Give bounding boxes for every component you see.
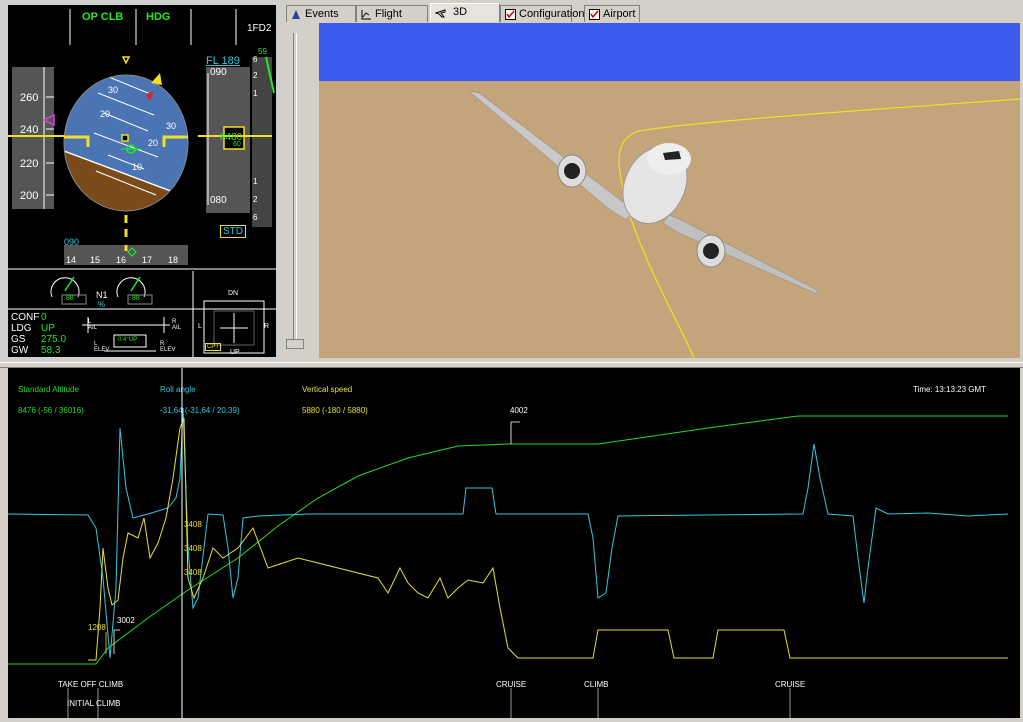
tab-3d[interactable]: 3D <box>430 3 500 22</box>
graph-marker: 1208 <box>88 623 106 632</box>
pitch-label: 20 <box>148 138 159 148</box>
pitch-trim-value: 0.4°UP <box>118 337 138 343</box>
bank-pointer <box>121 56 131 65</box>
n1-label: N1 <box>96 290 108 300</box>
events-icon <box>292 10 300 19</box>
phase-label: TAKE OFF CLIMB <box>58 680 124 689</box>
vs-value: 59 <box>258 47 267 56</box>
vs-trace <box>88 417 1008 661</box>
config-block: CONF 0 LDG UP GS 275.0 GW 58.3 <box>11 312 66 356</box>
n1-gauge-left <box>50 277 80 298</box>
bank-index-yellow <box>151 73 162 85</box>
pitch-label: 20 <box>100 109 111 119</box>
graph-marker: 3408 <box>184 544 202 553</box>
altitude-readout-low: 60 <box>233 141 241 148</box>
tab-events[interactable]: Events <box>286 5 356 22</box>
phase-label: CLIMB <box>584 680 609 689</box>
view-tab-strip: Events Flight Phases 3D Configuration Ai… <box>284 3 1023 37</box>
r-ail-label: R AIL <box>172 319 182 331</box>
n1-left-value: 88 <box>66 295 74 302</box>
n1-right-value: 88 <box>132 295 140 302</box>
heading-label: 15 <box>90 255 101 265</box>
stick-r-label: R <box>264 323 270 330</box>
altitude-target: FL 189 <box>206 55 240 67</box>
sky <box>319 23 1020 85</box>
vs-mark: 2 <box>253 195 258 204</box>
plane-icon <box>435 9 446 18</box>
aircraft-symbol-center <box>121 134 129 142</box>
heading-label: 14 <box>66 255 77 265</box>
tab-label: 3D <box>453 6 468 18</box>
graph-traces <box>8 368 1009 718</box>
pitch-label: 10 <box>132 162 143 172</box>
stick-up-label: UP <box>230 349 240 356</box>
fma-lateral-mode: HDG <box>146 11 171 23</box>
heading-select: 090 <box>64 237 80 247</box>
speed-tape <box>12 67 54 209</box>
altitude-tape-label: 090 <box>210 67 227 78</box>
altitude-trace <box>8 415 1008 665</box>
phase-label: INITIAL CLIMB <box>67 699 121 708</box>
vs-mark: 6 <box>253 55 258 64</box>
speed-tape-label: 240 <box>20 124 39 136</box>
graph-marker: 3408 <box>184 520 202 529</box>
3d-view[interactable] <box>319 23 1020 358</box>
baro-setting: STD <box>220 225 246 238</box>
flight-phases-icon <box>361 10 371 20</box>
config-row: LDG UP <box>11 323 55 334</box>
config-row: GS 275.0 <box>11 334 67 345</box>
parameter-graph[interactable]: Standard Altitude 8476 (-56 / 36016) Rol… <box>8 368 1020 718</box>
altitude-tape-label: 080 <box>210 195 227 206</box>
speed-tape-label: 220 <box>20 158 39 170</box>
tab-label: Configuration <box>519 8 585 20</box>
l-elev-label: L ELEV <box>94 341 110 353</box>
graph-marker: 3002 <box>117 616 135 625</box>
graph-marker: 4002 <box>510 406 528 415</box>
vs-mark: 1 <box>253 89 258 98</box>
config-row: CONF 0 <box>11 312 47 323</box>
roll-trace <box>8 407 1009 659</box>
heading-label: 16 <box>116 255 127 265</box>
phase-label: CRUISE <box>775 680 806 689</box>
attitude-indicator <box>64 75 188 211</box>
stick-cpt-label: CPT <box>205 343 221 351</box>
pitch-label: 30 <box>108 85 119 95</box>
vs-mark: 6 <box>253 213 258 222</box>
tab-flight-phases[interactable]: Flight Phases <box>356 5 428 37</box>
checkbox-icon <box>589 9 600 20</box>
heading-label: 18 <box>168 255 179 265</box>
n1-gauge-right <box>116 277 146 298</box>
l-ail-label: L AIL <box>88 319 98 331</box>
fma-fd-status: 1FD2 <box>247 23 272 34</box>
view-zoom-slider-panel <box>284 23 316 358</box>
n1-unit: % <box>98 300 106 309</box>
tab-label: Airport <box>603 8 636 20</box>
speed-tape-label: 260 <box>20 92 39 104</box>
zoom-slider-thumb[interactable] <box>286 339 304 349</box>
tab-label: Events <box>305 8 339 20</box>
stick-l-label: L <box>198 323 202 330</box>
speed-tape-label: 200 <box>20 190 39 202</box>
fma-speed-mode: OP CLB <box>82 11 124 23</box>
pitch-label: 30 <box>166 121 177 131</box>
config-row: GW 58.3 <box>11 345 61 356</box>
stick-dn-label: DN <box>228 290 239 297</box>
graph-marker: 3408 <box>184 568 202 577</box>
tab-configuration[interactable]: Configuration <box>500 5 584 22</box>
3d-scene <box>319 23 1020 358</box>
pfd-panel: OP CLB HDG 1FD2 260 240 220 200 30 20 10… <box>0 0 281 362</box>
zoom-slider-track[interactable] <box>293 33 297 343</box>
r-elev-label: R ELEV <box>160 341 176 353</box>
phase-label: CRUISE <box>496 680 527 689</box>
vs-mark: 2 <box>253 71 258 80</box>
vs-mark: 1 <box>253 177 258 186</box>
heading-label: 17 <box>142 255 153 265</box>
checkbox-icon <box>505 9 516 20</box>
tab-airport[interactable]: Airport <box>584 5 640 22</box>
pfd-display: OP CLB HDG 1FD2 260 240 220 200 30 20 10… <box>8 5 276 357</box>
